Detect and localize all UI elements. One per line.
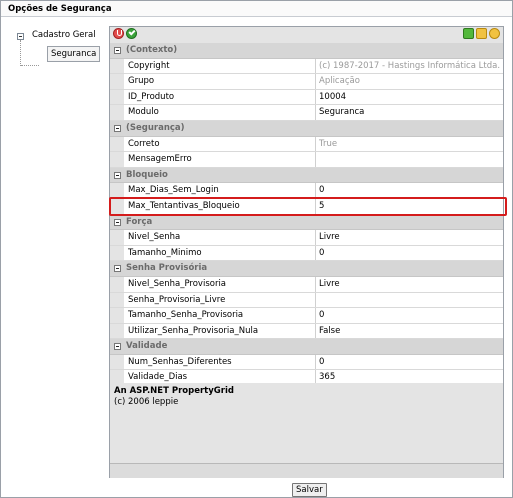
category-label: (Segurança) — [126, 122, 185, 133]
row-gutter — [110, 105, 124, 120]
category-row[interactable]: Força — [110, 214, 503, 231]
property-row[interactable]: Max_Tentantivas_Bloqueio 5 — [110, 198, 503, 215]
save-button[interactable]: Salvar — [292, 483, 327, 497]
property-row[interactable]: Correto True — [110, 136, 503, 153]
row-gutter — [110, 198, 124, 214]
category-label: Bloqueio — [126, 169, 168, 180]
row-gutter — [110, 230, 124, 245]
property-name: Grupo — [128, 76, 155, 87]
row-gutter — [110, 245, 124, 261]
category-label: Força — [126, 216, 153, 227]
property-pages-icon[interactable] — [463, 28, 474, 39]
row-gutter — [110, 58, 124, 74]
tree-node-seguranca[interactable]: Seguranca — [47, 46, 101, 62]
property-row[interactable]: Copyright (c) 1987-2017 - Hastings Inform… — [110, 58, 503, 75]
category-row[interactable]: Bloqueio — [110, 167, 503, 184]
alphabetical-view-icon[interactable] — [126, 28, 137, 39]
row-gutter — [110, 152, 124, 167]
property-name: Nivel_Senha_Provisoria — [128, 278, 227, 289]
property-value[interactable] — [315, 152, 503, 167]
security-options-window: Opções de Segurança Cadastro Geral Segur… — [0, 0, 513, 498]
property-grid-toolbar — [110, 27, 503, 42]
category-collapse-icon[interactable] — [114, 265, 121, 273]
category-collapse-icon[interactable] — [114, 171, 121, 179]
property-name: Max_Tentantivas_Bloqueio — [128, 200, 240, 211]
property-rows: (Contexto) Copyright (c) 1987-2017 - Hasti… — [110, 43, 503, 387]
category-row[interactable]: (Contexto) — [110, 43, 503, 59]
property-name: Max_Dias_Sem_Login — [128, 185, 219, 196]
category-row[interactable]: Validade — [110, 339, 503, 355]
property-name: Modulo — [128, 107, 159, 118]
events-icon[interactable] — [476, 28, 487, 39]
window-title: Opções de Segurança — [1, 1, 512, 17]
category-collapse-icon[interactable] — [114, 47, 121, 54]
property-row[interactable]: Max_Dias_Sem_Login 0 — [110, 183, 503, 199]
property-name: Tamanho_Senha_Provisoria — [128, 310, 244, 321]
property-value[interactable]: Seguranca — [315, 105, 503, 120]
property-row[interactable]: Nivel_Senha_Provisoria Livre — [110, 276, 503, 293]
property-value[interactable]: Livre — [315, 230, 503, 245]
property-name: Senha_Provisoria_Livre — [128, 294, 226, 305]
property-grid-footer — [110, 463, 503, 478]
row-gutter — [110, 89, 124, 105]
tree-collapse-icon[interactable] — [17, 33, 24, 40]
property-value[interactable]: 0 — [315, 245, 503, 261]
property-row[interactable]: Modulo Seguranca — [110, 105, 503, 121]
property-name: Copyright — [128, 60, 170, 71]
property-row[interactable]: Grupo Aplicação — [110, 74, 503, 90]
navigation-tree: Cadastro Geral Seguranca — [15, 27, 105, 77]
row-gutter — [110, 136, 124, 152]
property-grid: (Contexto) Copyright (c) 1987-2017 - Hasti… — [109, 26, 504, 478]
category-collapse-icon[interactable] — [114, 124, 121, 132]
property-value[interactable]: 10004 — [315, 89, 503, 105]
category-collapse-icon[interactable] — [114, 218, 121, 226]
property-value[interactable] — [315, 292, 503, 308]
property-value[interactable]: 0 — [315, 183, 503, 198]
category-label: (Contexto) — [126, 45, 178, 55]
property-value[interactable]: False — [315, 323, 503, 339]
categorized-view-icon[interactable] — [113, 28, 124, 39]
row-gutter — [110, 308, 124, 323]
property-value[interactable]: 0 — [315, 308, 503, 323]
help-title: An ASP.NET PropertyGrid — [114, 386, 234, 396]
category-label: Validade — [126, 341, 168, 352]
row-gutter — [110, 323, 124, 339]
category-row[interactable]: (Segurança) — [110, 120, 503, 137]
category-collapse-icon[interactable] — [114, 343, 121, 351]
property-value: (c) 1987-2017 - Hastings Informática Ltd… — [315, 58, 503, 74]
property-name: Correto — [128, 138, 160, 149]
property-row[interactable]: Num_Senhas_Diferentes 0 — [110, 354, 503, 371]
property-value[interactable]: 0 — [315, 354, 503, 370]
row-gutter — [110, 276, 124, 292]
property-name: Nivel_Senha — [128, 232, 181, 243]
property-name: Num_Senhas_Diferentes — [128, 356, 232, 367]
property-name: Utilizar_Senha_Provisoria_Nula — [128, 325, 259, 336]
expand-icon[interactable] — [489, 28, 500, 39]
property-value: True — [315, 136, 503, 152]
tree-node-cadastro-geral[interactable]: Cadastro Geral — [32, 30, 96, 40]
property-row[interactable]: Senha_Provisoria_Livre — [110, 292, 503, 309]
property-name: Tamanho_Minimo — [128, 247, 202, 258]
help-description: (c) 2006 leppie — [114, 397, 179, 407]
property-row[interactable]: Nivel_Senha Livre — [110, 230, 503, 246]
property-name: MensagemErro — [128, 154, 192, 165]
category-label: Senha Provisória — [126, 263, 208, 274]
row-gutter — [110, 183, 124, 198]
category-row[interactable]: Senha Provisória — [110, 261, 503, 277]
property-row[interactable]: Tamanho_Senha_Provisoria 0 — [110, 308, 503, 324]
row-gutter — [110, 354, 124, 370]
property-value: Aplicação — [315, 74, 503, 89]
row-gutter — [110, 292, 124, 308]
property-value[interactable]: Livre — [315, 276, 503, 292]
tree-connector-line — [21, 65, 39, 67]
property-name: ID_Produto — [128, 91, 175, 102]
property-value[interactable]: 5 — [315, 198, 503, 214]
property-row[interactable]: Utilizar_Senha_Provisoria_Nula False — [110, 323, 503, 340]
tree-connector-line — [20, 40, 22, 66]
row-gutter — [110, 74, 124, 89]
property-row[interactable]: ID_Produto 10004 — [110, 89, 503, 106]
help-panel: An ASP.NET PropertyGrid (c) 2006 leppie — [110, 383, 503, 463]
property-row[interactable]: MensagemErro — [110, 152, 503, 168]
property-row[interactable]: Tamanho_Minimo 0 — [110, 245, 503, 262]
